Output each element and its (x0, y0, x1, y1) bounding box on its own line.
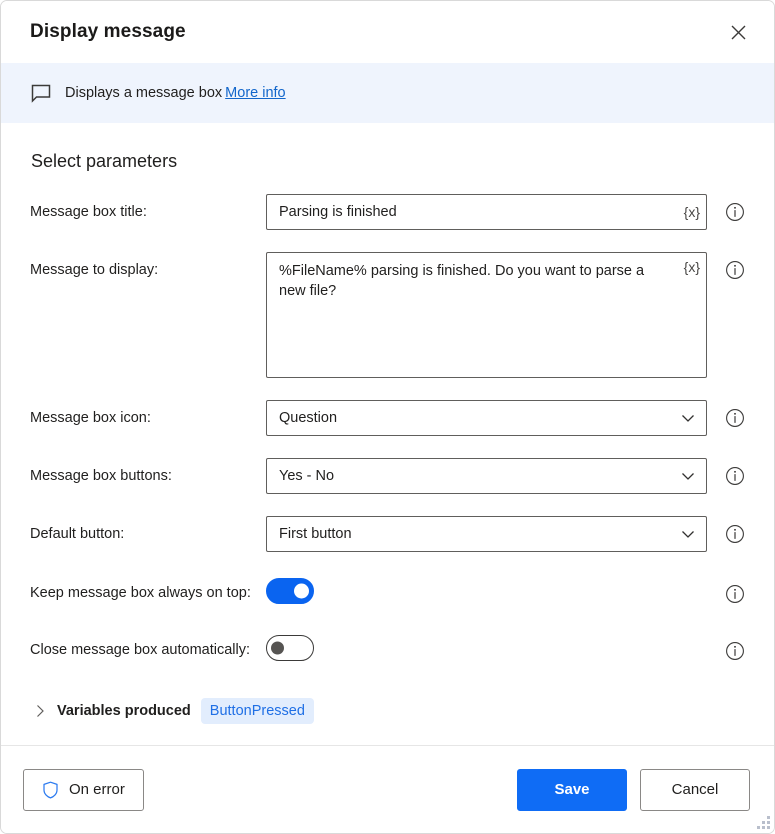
shield-icon (42, 781, 59, 799)
field-label: Message box icon: (30, 400, 266, 427)
display-message-dialog: Display message Displays a message boxMo… (0, 0, 775, 834)
field-keep-always-on-top: Keep message box always on top: (30, 578, 745, 609)
save-button[interactable]: Save (517, 769, 627, 811)
chevron-right-icon[interactable] (33, 704, 47, 718)
field-label: Default button: (30, 516, 266, 543)
variable-insert-button[interactable]: {x} (684, 204, 700, 220)
info-icon[interactable] (725, 584, 745, 604)
field-control: Parsing is finished {x} (266, 194, 707, 230)
toggle-knob (294, 584, 309, 599)
variable-chip-buttonpressed[interactable]: ButtonPressed (201, 698, 314, 724)
info-icon[interactable] (725, 260, 745, 280)
field-default-button: Default button: First button (30, 516, 745, 552)
message-box-title-input[interactable]: Parsing is finished {x} (266, 194, 707, 230)
close-button[interactable] (720, 15, 756, 49)
chevron-down-icon (681, 527, 695, 541)
info-icon[interactable] (725, 641, 745, 661)
variables-produced-section[interactable]: Variables produced ButtonPressed (33, 698, 745, 724)
keep-always-on-top-toggle[interactable] (266, 578, 314, 604)
field-message-box-icon: Message box icon: Question (30, 400, 745, 436)
message-box-icon-dropdown[interactable]: Question (266, 400, 707, 436)
close-automatically-toggle[interactable] (266, 635, 314, 661)
field-control: Yes - No (266, 458, 707, 494)
dialog-body: Select parameters Message box title: Par… (1, 123, 774, 745)
dialog-title: Display message (30, 21, 720, 43)
info-banner-text-wrap: Displays a message boxMore info (65, 84, 286, 102)
field-label: Keep message box always on top: (30, 585, 266, 602)
dropdown-selected-value: Yes - No (279, 468, 334, 484)
cancel-button[interactable]: Cancel (640, 769, 750, 811)
speech-bubble-icon (30, 82, 52, 104)
resize-grip[interactable] (757, 816, 770, 829)
field-control: First button (266, 516, 707, 552)
variables-produced-label[interactable]: Variables produced (57, 703, 191, 719)
default-button-dropdown[interactable]: First button (266, 516, 707, 552)
chevron-down-icon (681, 411, 695, 425)
input-value: %FileName% parsing is finished. Do you w… (279, 261, 672, 301)
message-to-display-textarea[interactable]: %FileName% parsing is finished. Do you w… (266, 252, 707, 378)
field-label: Message to display: (30, 252, 266, 279)
on-error-button[interactable]: On error (23, 769, 144, 811)
info-icon[interactable] (725, 408, 745, 428)
more-info-link[interactable]: More info (225, 85, 285, 101)
on-error-label: On error (69, 781, 125, 798)
toggle-knob (271, 642, 284, 655)
field-close-automatically: Close message box automatically: (30, 635, 745, 666)
field-label: Message box title: (30, 194, 266, 221)
field-label: Close message box automatically: (30, 642, 266, 659)
dropdown-selected-value: First button (279, 526, 352, 542)
toggle-control (266, 635, 707, 666)
field-message-box-title: Message box title: Parsing is finished {… (30, 194, 745, 230)
footer-actions: Save Cancel (517, 769, 750, 811)
toggle-control (266, 578, 707, 609)
info-icon[interactable] (725, 524, 745, 544)
field-control: %FileName% parsing is finished. Do you w… (266, 252, 707, 378)
close-icon (731, 25, 746, 40)
info-icon[interactable] (725, 466, 745, 486)
input-value: Parsing is finished (279, 202, 672, 222)
field-label: Message box buttons: (30, 458, 266, 485)
info-icon[interactable] (725, 202, 745, 222)
field-message-to-display: Message to display: %FileName% parsing i… (30, 252, 745, 378)
dropdown-selected-value: Question (279, 410, 337, 426)
field-control: Question (266, 400, 707, 436)
field-message-box-buttons: Message box buttons: Yes - No (30, 458, 745, 494)
info-banner-description: Displays a message box (65, 85, 222, 101)
section-heading: Select parameters (31, 151, 745, 172)
dialog-titlebar: Display message (1, 1, 774, 63)
dialog-footer: On error Save Cancel (1, 745, 774, 833)
chevron-down-icon (681, 469, 695, 483)
info-banner: Displays a message boxMore info (1, 63, 774, 123)
variable-insert-button[interactable]: {x} (684, 259, 700, 275)
message-box-buttons-dropdown[interactable]: Yes - No (266, 458, 707, 494)
